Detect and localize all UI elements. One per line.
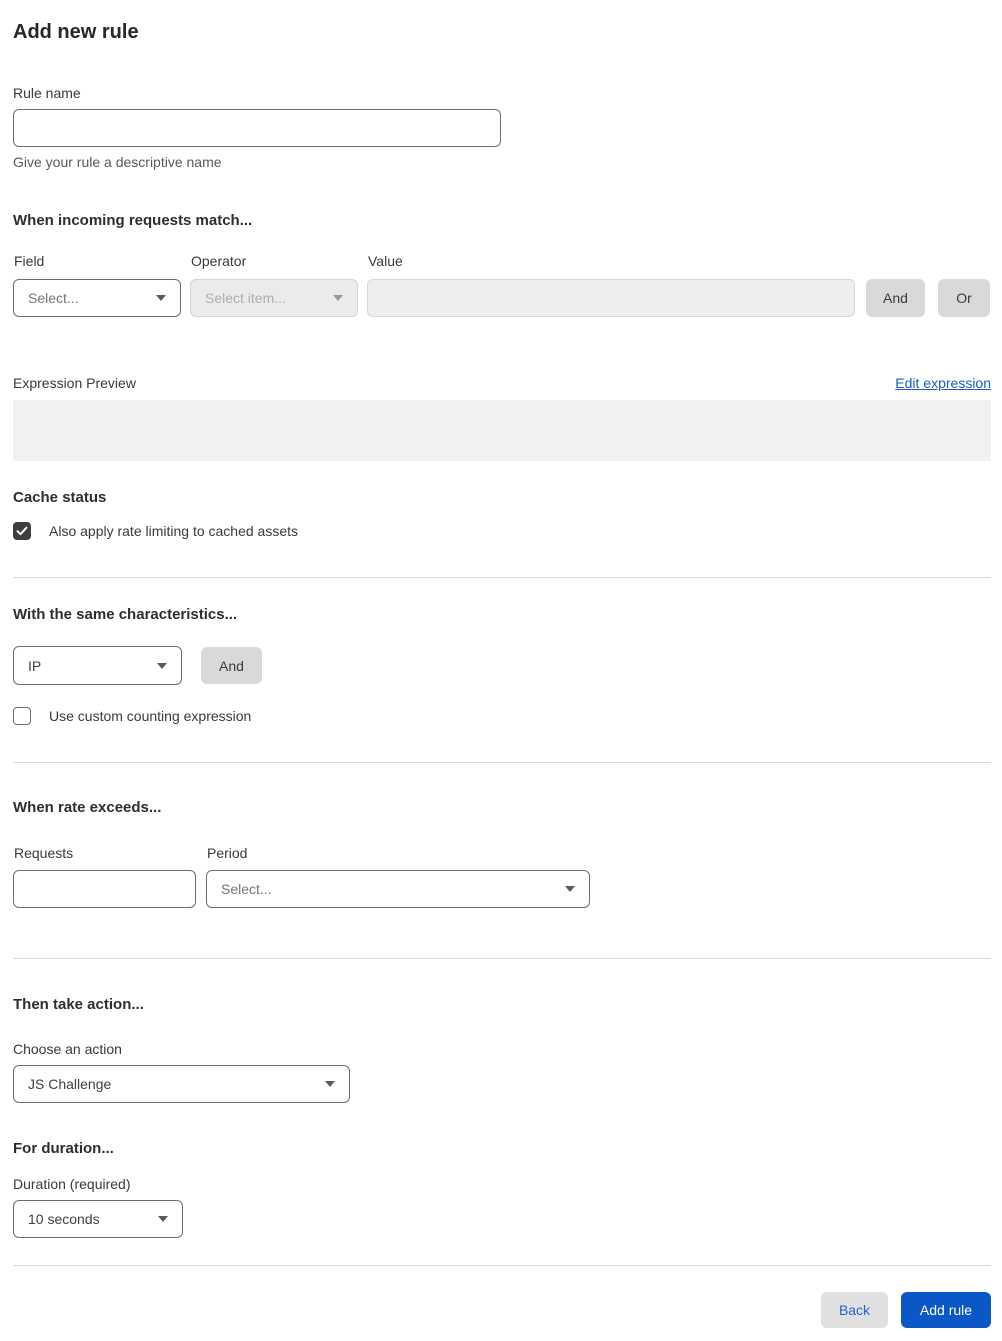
- field-column: Field Select...: [13, 253, 181, 317]
- match-section-heading: When incoming requests match...: [13, 212, 253, 229]
- characteristics-and-button[interactable]: And: [201, 647, 262, 684]
- expression-preview-label: Expression Preview: [13, 375, 136, 391]
- operator-column: Operator Select item...: [190, 253, 358, 317]
- rule-name-helper: Give your rule a descriptive name: [13, 154, 222, 170]
- value-input: [367, 279, 855, 317]
- cached-assets-row: Also apply rate limiting to cached asset…: [13, 522, 991, 540]
- page-title: Add new rule: [13, 21, 139, 43]
- requests-label: Requests: [14, 845, 74, 861]
- requests-column: Requests: [13, 845, 196, 908]
- custom-counting-label: Use custom counting expression: [49, 708, 252, 724]
- add-rule-button[interactable]: Add rule: [901, 1292, 991, 1328]
- section-divider: [13, 762, 991, 763]
- value-label: Value: [368, 253, 403, 269]
- field-select-value: Select...: [28, 290, 79, 306]
- rule-name-input[interactable]: [13, 109, 501, 147]
- period-select-value: Select...: [221, 881, 272, 897]
- or-button[interactable]: Or: [938, 279, 990, 317]
- characteristic-select-value: IP: [28, 657, 42, 674]
- characteristics-and-wrap: And: [201, 647, 262, 684]
- add-rule-form: Add new rule Rule name Give your rule a …: [0, 20, 1002, 1341]
- chevron-down-icon: [333, 295, 343, 301]
- action-select-value: JS Challenge: [28, 1076, 112, 1092]
- choose-action-label: Choose an action: [13, 1041, 122, 1057]
- custom-counting-checkbox[interactable]: [13, 707, 31, 725]
- period-label: Period: [207, 845, 248, 861]
- operator-select-value: Select item...: [205, 290, 286, 306]
- footer-divider: [13, 1265, 991, 1266]
- cached-assets-label: Also apply rate limiting to cached asset…: [49, 523, 299, 539]
- edit-expression-link[interactable]: Edit expression: [895, 375, 991, 391]
- chevron-down-icon: [157, 662, 167, 669]
- field-select[interactable]: Select...: [13, 279, 181, 317]
- period-column: Period Select...: [206, 845, 590, 908]
- chevron-down-icon: [158, 1216, 168, 1222]
- or-button-wrap: Or: [938, 279, 990, 317]
- footer-actions: Back Add rule: [13, 1292, 991, 1328]
- duration-select-value: 10 seconds: [28, 1211, 100, 1227]
- operator-label: Operator: [191, 253, 247, 269]
- and-button[interactable]: And: [866, 279, 925, 317]
- chevron-down-icon: [156, 295, 166, 301]
- duration-select[interactable]: 10 seconds: [13, 1200, 183, 1238]
- match-expression-row: Field Select... Operator Select item... …: [13, 253, 991, 317]
- rate-heading: When rate exceeds...: [13, 799, 162, 816]
- duration-label: Duration (required): [13, 1176, 131, 1192]
- rule-name-group: Rule name Give your rule a descriptive n…: [13, 85, 991, 170]
- characteristics-heading: With the same characteristics...: [13, 606, 238, 623]
- value-column: Value: [367, 253, 855, 317]
- period-select[interactable]: Select...: [206, 870, 590, 908]
- section-divider: [13, 958, 991, 959]
- rule-name-label: Rule name: [13, 85, 81, 101]
- duration-heading: For duration...: [13, 1140, 114, 1157]
- characteristic-select[interactable]: IP: [13, 646, 182, 685]
- operator-select: Select item...: [190, 279, 358, 317]
- field-label: Field: [14, 253, 45, 269]
- back-button[interactable]: Back: [821, 1292, 888, 1328]
- expression-preview-header: Expression Preview Edit expression: [13, 375, 991, 392]
- rate-row: Requests Period Select...: [13, 845, 991, 908]
- cache-status-heading: Cache status: [13, 489, 107, 506]
- action-heading: Then take action...: [13, 996, 144, 1013]
- chevron-down-icon: [325, 1081, 335, 1087]
- requests-input[interactable]: [13, 870, 196, 908]
- chevron-down-icon: [565, 886, 575, 892]
- characteristics-row: IP And: [13, 646, 991, 685]
- cached-assets-checkbox[interactable]: [13, 522, 31, 540]
- action-select[interactable]: JS Challenge: [13, 1065, 350, 1103]
- expression-preview-box: [13, 400, 991, 461]
- and-button-wrap: And: [866, 279, 925, 317]
- section-divider: [13, 577, 991, 578]
- check-icon: [16, 526, 28, 536]
- custom-counting-row: Use custom counting expression: [13, 707, 991, 725]
